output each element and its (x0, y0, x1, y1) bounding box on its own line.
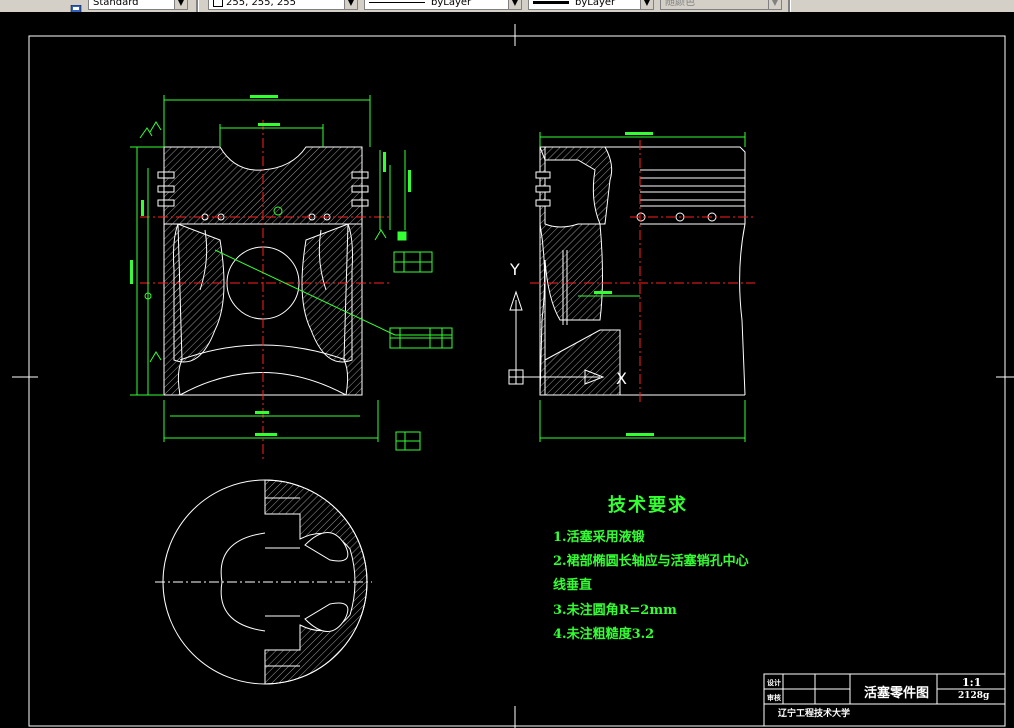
drawing-scale: 1:1 (962, 676, 982, 689)
drawing-canvas[interactable]: Y X (0, 12, 1014, 728)
designer-label: 设计 (767, 678, 781, 687)
chevron-down-icon: ▼ (508, 0, 521, 9)
plot-style-combo[interactable]: 随颜色 ▼ (660, 0, 782, 10)
text-style-icon[interactable] (70, 0, 82, 12)
linetype-value: byLayer (431, 0, 472, 8)
tech-requirements-title: 技术要求 (608, 495, 688, 516)
properties-toolbar: Standard ▼ 255, 255, 255 ▼ byLayer ▼ byL… (0, 0, 1014, 12)
toolbar-separator (196, 0, 199, 12)
top-view (155, 479, 372, 685)
lineweight-preview-icon (533, 0, 569, 4)
tech-requirement-1: 1.活塞采用液锻 (553, 530, 645, 545)
tech-requirement-2: 2.裙部椭圆长轴应与活塞销孔中心 (553, 554, 749, 569)
ucs-x-label: X (616, 369, 627, 388)
drawing-frame (12, 24, 1014, 728)
chevron-down-icon: ▼ (344, 0, 357, 9)
text-style-combo[interactable]: Standard ▼ (88, 0, 188, 10)
toolbar-separator (788, 0, 791, 12)
front-section-view (130, 95, 453, 460)
checker-label: 审核 (767, 693, 781, 702)
linetype-preview-icon (369, 1, 425, 3)
color-swatch-icon (213, 0, 223, 7)
linetype-combo[interactable]: byLayer ▼ (364, 0, 522, 10)
text-style-value: Standard (93, 0, 139, 8)
lineweight-value: byLayer (575, 0, 616, 8)
chevron-down-icon: ▼ (174, 0, 187, 9)
chevron-down-icon: ▼ (640, 0, 653, 9)
color-value: 255, 255, 255 (226, 0, 296, 8)
tech-requirement-4: 4.未注粗糙度3.2 (553, 627, 655, 642)
color-combo[interactable]: 255, 255, 255 ▼ (208, 0, 358, 10)
plot-style-value: 随颜色 (665, 0, 695, 8)
tech-requirement-2-cont: 线垂直 (553, 578, 593, 593)
drawing-name: 活塞零件图 (864, 686, 930, 701)
organization-name: 辽宁工程技术大学 (778, 709, 851, 719)
lineweight-combo[interactable]: byLayer ▼ (528, 0, 654, 10)
ucs-y-label: Y (509, 260, 520, 279)
chevron-down-icon: ▼ (768, 0, 781, 9)
drawing-number: 2128g (958, 691, 990, 701)
side-view: Y X (508, 132, 755, 442)
tech-requirement-3: 3.未注圆角R=2mm (553, 603, 677, 618)
